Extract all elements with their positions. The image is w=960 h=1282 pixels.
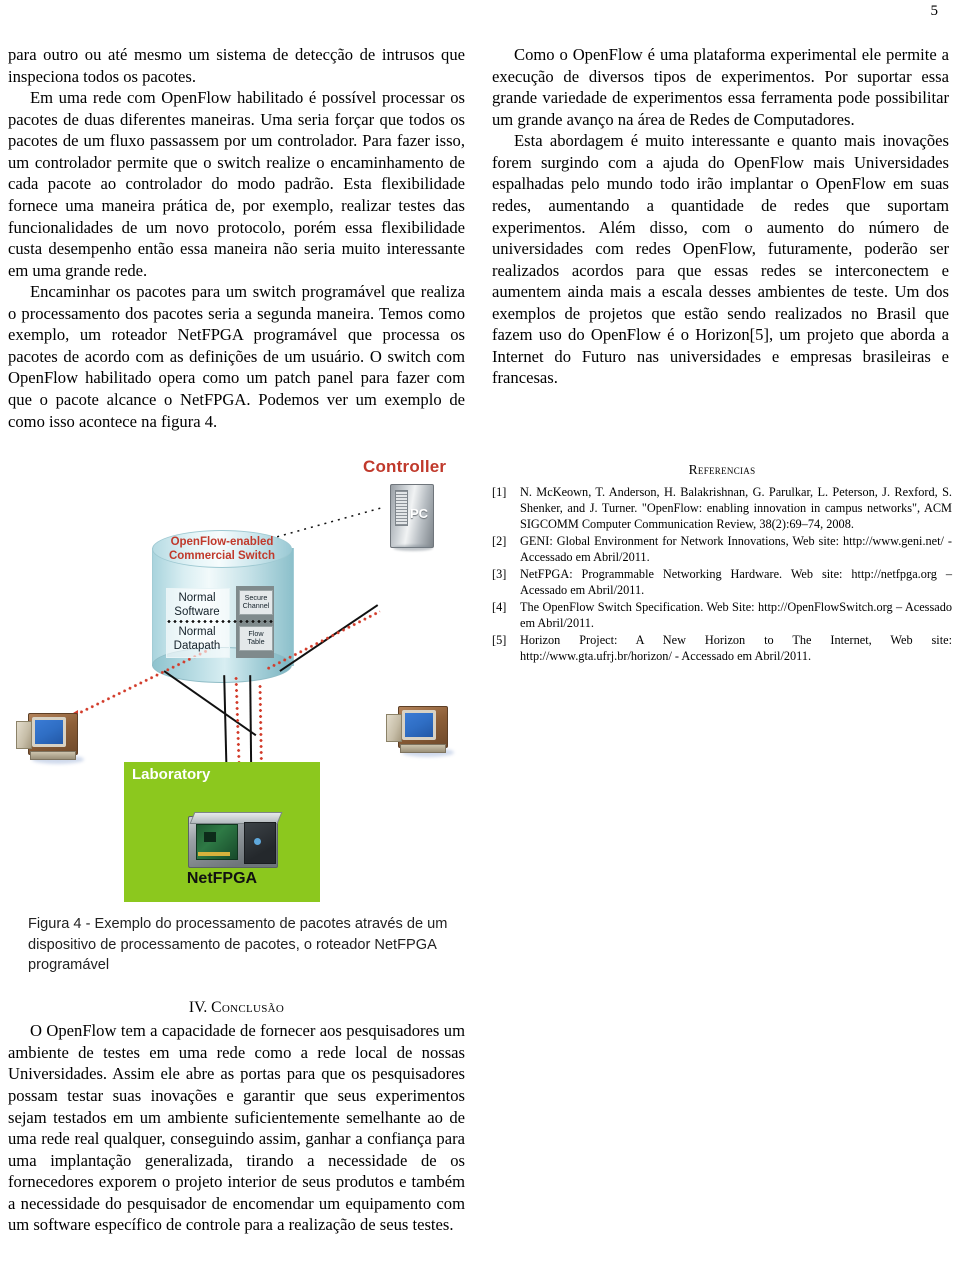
- cell-flow-table: Flow Table: [239, 626, 273, 651]
- right-column: Como o OpenFlow é uma plataforma experim…: [492, 44, 949, 389]
- reference-number: [3]: [492, 566, 507, 581]
- reference-number: [5]: [492, 632, 507, 647]
- pc-shadow: [393, 545, 433, 551]
- figure-4: Controller PC OpenFlow-enabled Commercia…: [8, 452, 468, 982]
- conclusion-heading: IV. Conclusão: [8, 998, 465, 1018]
- reference-text: The OpenFlow Switch Specification. Web S…: [520, 599, 952, 630]
- left-column: para outro ou até mesmo um sistema de de…: [8, 44, 465, 432]
- switch-title-line2: Commercial Switch: [168, 549, 276, 562]
- references-heading: Referencias: [688, 462, 756, 477]
- laboratory-region: Laboratory NetFPGA: [124, 762, 320, 902]
- paragraph: Como o OpenFlow é uma plataforma experim…: [492, 45, 949, 129]
- reference-entry: [5] Horizon Project: A New Horizon to Th…: [492, 633, 952, 665]
- conclusion-numeral: IV.: [188, 999, 208, 1016]
- pc-drive-slots: [395, 490, 408, 526]
- reference-entry: [1] N. McKeown, T. Anderson, H. Balakris…: [492, 485, 952, 533]
- netfpga-indicator: [254, 838, 261, 845]
- controller-pc-icon: PC: [390, 484, 434, 551]
- controller-label: Controller: [363, 457, 447, 476]
- cell-normal-datapath: Normal Datapath: [173, 626, 221, 652]
- page-number: 5: [930, 3, 939, 19]
- reference-entry: [2] GENI: Global Environment for Network…: [492, 534, 952, 566]
- netfpga-connector: [198, 852, 230, 856]
- conclusion-title: Conclusão: [211, 999, 285, 1016]
- reference-entry: [4] The OpenFlow Switch Specification. W…: [492, 600, 952, 632]
- cell-secure-channel: Secure Channel: [239, 590, 273, 615]
- reference-text: NetFPGA: Programmable Networking Hardwar…: [520, 566, 952, 597]
- netfpga-chip: [204, 832, 216, 842]
- switch-divider: [166, 620, 274, 623]
- paragraph: Esta abordagem é muito interessante e qu…: [492, 131, 949, 388]
- host-tower: [16, 721, 32, 749]
- openflow-switch-icon: OpenFlow-enabled Commercial Switch Norma…: [152, 530, 294, 683]
- reference-text: Horizon Project: A New Horizon to The In…: [520, 632, 952, 663]
- switch-title: OpenFlow-enabled Commercial Switch: [152, 536, 292, 563]
- netfpga-device-icon: [188, 812, 283, 868]
- switch-title-line1: OpenFlow-enabled: [170, 536, 274, 548]
- figure-4-canvas: Controller PC OpenFlow-enabled Commercia…: [8, 452, 468, 904]
- paragraph: O OpenFlow tem a capacidade de fornecer …: [8, 1021, 465, 1235]
- document-page: 5 para outro ou até mesmo um sistema de …: [0, 0, 960, 1282]
- host-tower: [386, 714, 402, 742]
- reference-text: GENI: Global Environment for Network Inn…: [520, 533, 952, 564]
- host-base: [400, 744, 446, 753]
- pc-label: PC: [410, 506, 429, 521]
- conclusion-section: IV. Conclusão O OpenFlow tem a capacidad…: [8, 998, 465, 1236]
- host-workstation-right-icon: [386, 700, 460, 757]
- references-section: Referencias [1] N. McKeown, T. Anderson,…: [492, 462, 952, 666]
- paragraph: Em uma rede com OpenFlow habilitado é po…: [8, 88, 465, 280]
- netfpga-label: NetFPGA: [186, 870, 258, 887]
- reference-number: [1]: [492, 485, 507, 499]
- reference-entry: [3] NetFPGA: Programmable Networking Har…: [492, 567, 952, 599]
- paragraph: para outro ou até mesmo um sistema de de…: [8, 45, 465, 86]
- reference-number: [2]: [492, 533, 507, 548]
- host-base: [30, 751, 76, 760]
- cell-normal-software: Normal Software: [174, 592, 220, 618]
- host-screen: [32, 717, 66, 747]
- reference-number: [4]: [492, 599, 507, 614]
- paragraph: Encaminhar os pacotes para um switch pro…: [8, 282, 465, 431]
- reference-text: N. McKeown, T. Anderson, H. Balakrishnan…: [520, 485, 952, 531]
- laboratory-label: Laboratory: [132, 766, 211, 783]
- host-screen: [402, 710, 436, 740]
- host-workstation-left-icon: [16, 707, 90, 764]
- figure-caption: Figura 4 - Exemplo do processamento de p…: [28, 916, 448, 974]
